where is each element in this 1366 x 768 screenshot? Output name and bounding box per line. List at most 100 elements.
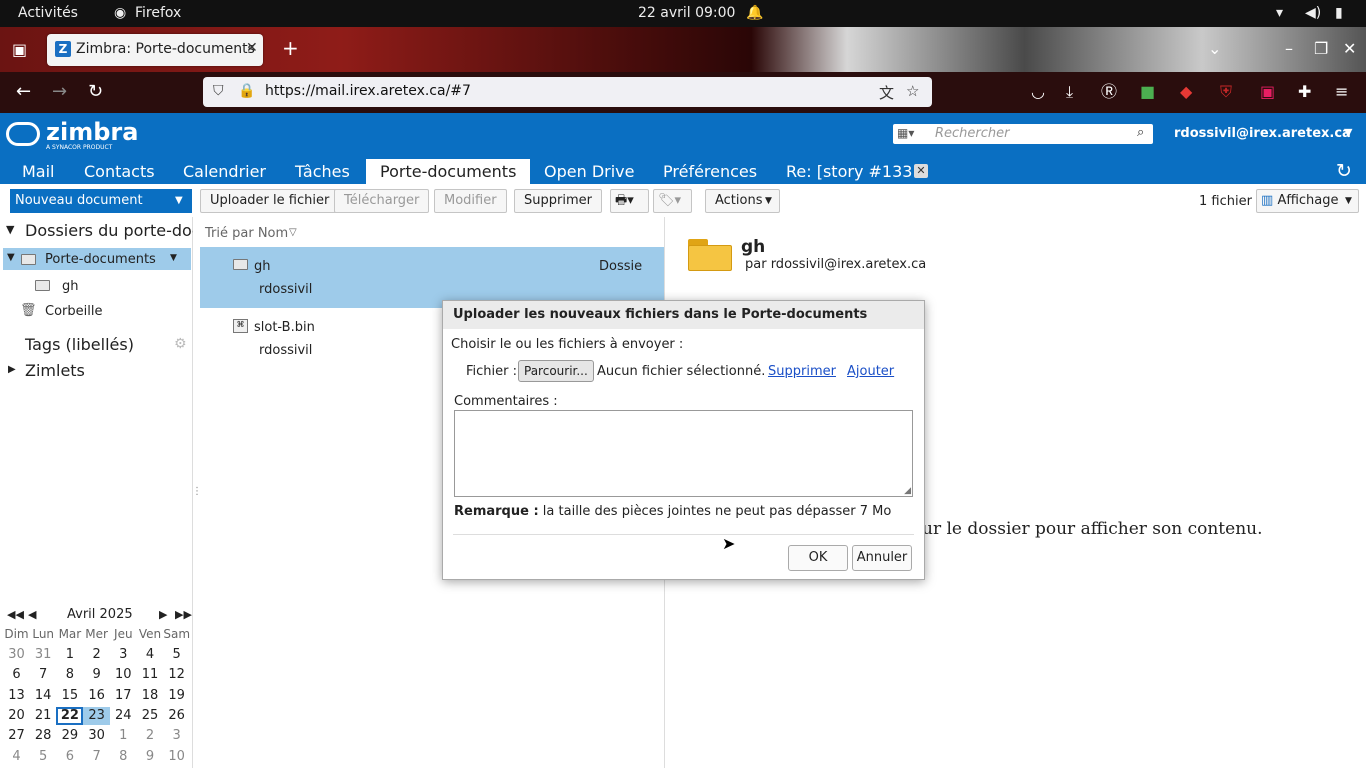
tab-message-story[interactable]: Re: [story #133 bbox=[772, 159, 926, 184]
downloads-icon[interactable]: ⤓ bbox=[1066, 84, 1073, 100]
ublock-icon[interactable]: ⛨ bbox=[1220, 84, 1232, 100]
calendar-day[interactable]: 17 bbox=[110, 687, 137, 705]
clock[interactable]: 22 avril 09:00 bbox=[638, 5, 735, 21]
shield-icon[interactable]: ⛉ bbox=[213, 83, 224, 99]
calendar-day[interactable]: 9 bbox=[137, 748, 164, 766]
resize-grip-icon[interactable]: ◢ bbox=[904, 486, 911, 496]
activities-button[interactable]: Activités bbox=[18, 5, 78, 21]
folders-header[interactable]: Dossiers du porte-doc bbox=[25, 221, 193, 240]
wifi-icon[interactable]: ▾ bbox=[1276, 5, 1283, 21]
prev-year-icon[interactable]: ◀◀ bbox=[7, 608, 24, 621]
calendar-day[interactable]: 6 bbox=[56, 748, 83, 766]
extensions-puzzle-icon[interactable]: ✚ bbox=[1298, 84, 1311, 100]
calendar-day[interactable]: 15 bbox=[56, 687, 83, 705]
zimbra-logo[interactable]: zimbra A SYNACOR PRODUCT bbox=[6, 118, 138, 152]
calendar-day[interactable]: 4 bbox=[137, 646, 164, 664]
tab-overview-icon[interactable]: ▣ bbox=[12, 42, 27, 58]
calendar-day[interactable]: 9 bbox=[83, 666, 110, 684]
remove-file-link[interactable]: Supprimer bbox=[768, 364, 836, 379]
calendar-day[interactable]: 8 bbox=[110, 748, 137, 766]
calendar-day[interactable]: 22 bbox=[56, 706, 84, 725]
calendar-day[interactable]: 23 bbox=[83, 706, 111, 725]
battery-icon[interactable]: ▮ bbox=[1335, 5, 1343, 21]
search-icon[interactable]: ⌕ bbox=[1137, 125, 1144, 140]
calendar-day[interactable]: 10 bbox=[110, 666, 137, 684]
translate-icon[interactable]: 文 bbox=[879, 82, 894, 103]
upload-file-button[interactable]: Uploader le fichier bbox=[200, 189, 340, 213]
new-tab-icon[interactable]: + bbox=[282, 38, 299, 58]
calendar-day[interactable]: 1 bbox=[110, 727, 137, 745]
tags-header[interactable]: Tags (libellés) bbox=[25, 335, 134, 354]
next-month-icon[interactable]: ▶ bbox=[159, 608, 167, 621]
calendar-day[interactable]: 16 bbox=[83, 687, 110, 705]
sort-header[interactable]: Trié par Nom bbox=[205, 226, 288, 241]
expand-zimlets-icon[interactable]: ▶ bbox=[8, 364, 16, 375]
view-button[interactable]: ▥ Affichage ▼ bbox=[1256, 189, 1359, 213]
calendar-day[interactable]: 10 bbox=[163, 748, 190, 766]
add-file-link[interactable]: Ajouter bbox=[847, 364, 894, 379]
ok-button[interactable]: OK bbox=[788, 545, 848, 571]
hamburger-menu-icon[interactable]: ≡ bbox=[1335, 84, 1348, 100]
calendar-day[interactable]: 30 bbox=[3, 646, 30, 664]
refresh-icon[interactable]: ↻ bbox=[1336, 160, 1352, 182]
back-icon[interactable]: ← bbox=[16, 83, 31, 101]
calendar-day[interactable]: 3 bbox=[163, 727, 190, 745]
calendar-day[interactable]: 5 bbox=[30, 748, 57, 766]
search-input[interactable]: Rechercher bbox=[935, 126, 1010, 141]
tab-list-chevron-icon[interactable]: ⌄ bbox=[1208, 41, 1221, 57]
volume-icon[interactable]: ◀) bbox=[1305, 5, 1321, 21]
tab-close-icon[interactable]: ✕ bbox=[246, 40, 258, 56]
pocket-icon[interactable]: ◡ bbox=[1031, 84, 1045, 100]
dialog-title[interactable]: Uploader les nouveaux fichiers dans le P… bbox=[443, 301, 924, 329]
reload-icon[interactable]: ↻ bbox=[88, 83, 103, 101]
user-menu-chevron-icon[interactable]: ▼ bbox=[1344, 126, 1352, 139]
calendar-day[interactable]: 26 bbox=[163, 707, 190, 725]
calendar-day[interactable]: 14 bbox=[30, 687, 57, 705]
actions-button[interactable]: Actions ▼ bbox=[705, 189, 780, 213]
zimlets-header[interactable]: Zimlets bbox=[25, 361, 85, 380]
expand-root-icon[interactable]: ▼ bbox=[7, 252, 15, 263]
trash-item[interactable]: 🗑 Corbeille bbox=[20, 303, 170, 321]
calendar-day[interactable]: 20 bbox=[3, 707, 30, 725]
browse-button[interactable]: Parcourir... bbox=[518, 360, 594, 382]
calendar-day[interactable]: 13 bbox=[3, 687, 30, 705]
tab-tasks[interactable]: Tâches bbox=[281, 159, 364, 184]
calendar-day[interactable]: 1 bbox=[56, 646, 83, 664]
calendar-day[interactable]: 21 bbox=[30, 707, 57, 725]
calendar-day[interactable]: 28 bbox=[30, 727, 57, 745]
tab-briefcase[interactable]: Porte-documents bbox=[366, 159, 531, 184]
calendar-day[interactable]: 19 bbox=[163, 687, 190, 705]
download-button[interactable]: Télécharger bbox=[334, 189, 430, 213]
tab-calendar[interactable]: Calendrier bbox=[169, 159, 280, 184]
comments-textarea[interactable]: ◢ bbox=[454, 410, 913, 497]
url-text[interactable]: https://mail.irex.aretex.ca/#7 bbox=[265, 83, 471, 99]
extension-pink-icon[interactable]: ▣ bbox=[1260, 84, 1275, 100]
cancel-button[interactable]: Annuler bbox=[852, 545, 912, 571]
browser-tab[interactable]: Z Zimbra: Porte-documents ✕ bbox=[47, 34, 263, 66]
maximize-icon[interactable]: ❐ bbox=[1314, 41, 1328, 57]
calendar-day[interactable]: 6 bbox=[3, 666, 30, 684]
folder-child-item[interactable]: gh bbox=[35, 278, 185, 296]
list-item[interactable]: gh rdossivil Dossie bbox=[200, 247, 664, 308]
tags-gear-icon[interactable]: ⚙ bbox=[174, 336, 187, 352]
calendar-day[interactable]: 30 bbox=[83, 727, 110, 745]
new-document-button[interactable]: Nouveau document ▼ bbox=[10, 189, 192, 213]
calendar-day[interactable]: 5 bbox=[163, 646, 190, 664]
calendar-day[interactable]: 2 bbox=[83, 646, 110, 664]
app-menu-label[interactable]: Firefox bbox=[135, 5, 181, 21]
calendar-day[interactable]: 7 bbox=[83, 748, 110, 766]
forward-icon[interactable]: → bbox=[52, 83, 67, 101]
collapse-folders-icon[interactable]: ▼ bbox=[6, 223, 14, 236]
extension-red-icon[interactable]: ◆ bbox=[1180, 84, 1192, 100]
new-document-dropdown-icon[interactable]: ▼ bbox=[175, 189, 183, 213]
calendar-day[interactable]: 31 bbox=[30, 646, 57, 664]
calendar-day[interactable]: 7 bbox=[30, 666, 57, 684]
calendar-day[interactable]: 12 bbox=[163, 666, 190, 684]
extension-r-icon[interactable]: Ⓡ bbox=[1101, 84, 1117, 100]
print-dropdown-icon[interactable]: 🖶▾ bbox=[610, 189, 649, 213]
sort-direction-icon[interactable]: ▽ bbox=[289, 227, 297, 238]
folder-root-item[interactable]: ▼ Porte-documents ▼ bbox=[3, 248, 191, 270]
tab-contacts[interactable]: Contacts bbox=[70, 159, 169, 184]
lock-icon[interactable]: 🔒 bbox=[238, 83, 255, 99]
calendar-day[interactable]: 25 bbox=[137, 707, 164, 725]
